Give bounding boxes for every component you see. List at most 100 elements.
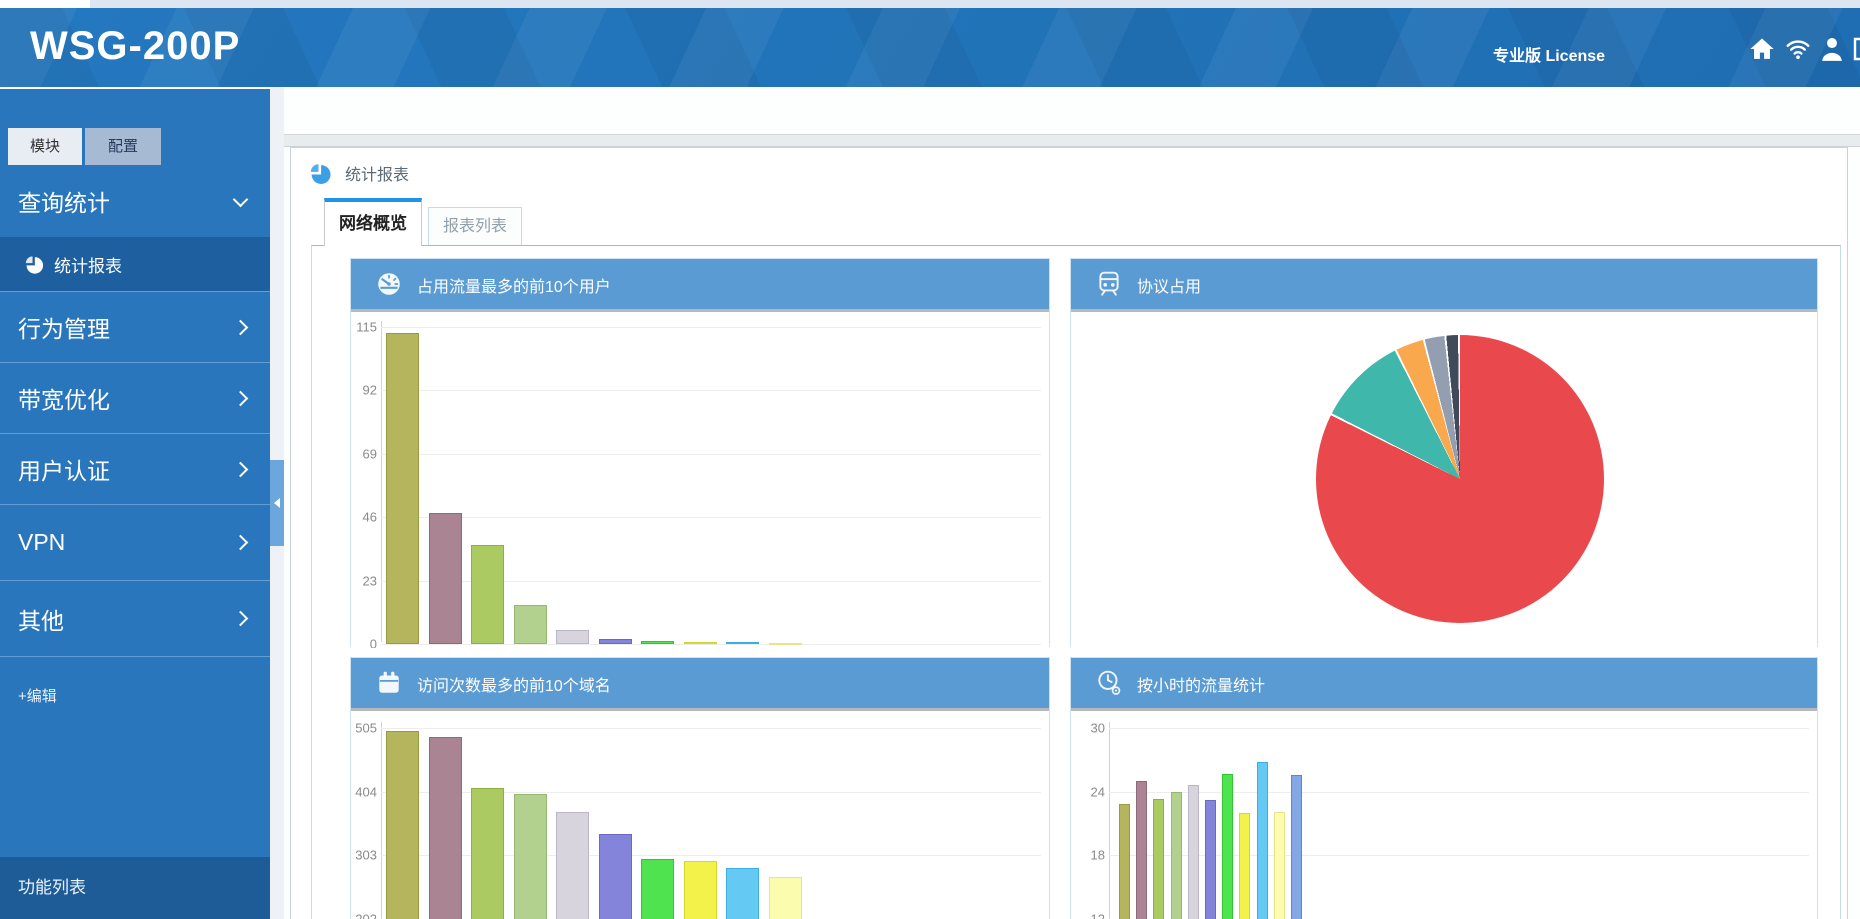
bar (641, 859, 674, 919)
tab-content-area: 占用流量最多的前10个用户 115 92 69 46 23 0 (311, 245, 1841, 919)
pie-report-icon (22, 255, 44, 274)
bar (1291, 775, 1302, 919)
bar (1171, 792, 1182, 919)
collapse-left-icon (274, 498, 280, 508)
browser-edge-strip (0, 0, 1860, 8)
bar (769, 877, 802, 919)
bar (386, 333, 419, 644)
chart-protocol-share: 协议占用 (1070, 258, 1818, 647)
bar (1153, 799, 1164, 919)
tab-network-overview[interactable]: 网络概览 (324, 198, 422, 246)
bar (1119, 804, 1130, 919)
bar (514, 794, 547, 919)
chevron-right-icon (233, 461, 249, 477)
y-tick-label: 18 (1071, 848, 1105, 863)
bar-plot-top10-domains: 505 404 303 202 (351, 711, 1049, 919)
bar (471, 545, 504, 644)
horizontal-scrollbar[interactable] (284, 134, 1860, 147)
chevron-down-icon (233, 191, 249, 207)
bar (386, 731, 419, 919)
chevron-right-icon (233, 611, 249, 627)
sidebar-splitter (270, 87, 284, 919)
y-tick-label: 69 (351, 446, 377, 461)
user-icon[interactable] (1820, 36, 1844, 62)
app-logo: WSG-200P (30, 24, 240, 69)
sidebar-item-bandwidth[interactable]: 带宽优化 (0, 362, 270, 433)
gauge-icon (375, 270, 403, 303)
bar (641, 641, 674, 644)
sidebar-edit-link[interactable]: +编辑 (0, 685, 270, 706)
pie-plot-protocol-share (1071, 312, 1817, 648)
bar (429, 737, 462, 919)
bar (684, 861, 717, 919)
chart-title: 访问次数最多的前10个域名 (417, 672, 611, 696)
main-content: 统计报表 网络概览 报表列表 (284, 87, 1860, 919)
bar (769, 643, 802, 645)
y-tick-label: 46 (351, 510, 377, 525)
y-tick-label: 115 (351, 320, 377, 335)
y-tick-label: 505 (351, 721, 377, 736)
sidebar-collapse-handle[interactable] (270, 460, 284, 546)
home-icon[interactable] (1748, 36, 1776, 62)
y-tick-label: 12 (1071, 911, 1105, 919)
bar (429, 513, 462, 644)
bar (599, 639, 632, 644)
y-tick-label: 92 (351, 383, 377, 398)
tab-report-list[interactable]: 报表列表 (428, 207, 522, 246)
chart-top10-users: 占用流量最多的前10个用户 115 92 69 46 23 0 (350, 258, 1050, 647)
bar (556, 812, 589, 919)
y-tick-label: 23 (351, 573, 377, 588)
bar (726, 868, 759, 919)
bar (1274, 812, 1285, 919)
bar (1239, 813, 1250, 919)
sidebar-item-auth[interactable]: 用户认证 (0, 433, 270, 504)
wifi-icon[interactable] (1785, 37, 1811, 61)
logout-icon-partial[interactable] (1853, 36, 1860, 62)
chart-title: 占用流量最多的前10个用户 (417, 273, 611, 297)
sidebar-item-stats-report[interactable]: 统计报表 (0, 237, 270, 291)
bar (1188, 785, 1199, 919)
pie-report-icon (306, 163, 332, 184)
sidebar-tab-modules[interactable]: 模块 (8, 128, 82, 165)
chart-hourly-traffic: 按小时的流量统计 30 24 18 12 (1070, 657, 1818, 919)
bar (599, 834, 632, 919)
y-tick-label: 303 (351, 848, 377, 863)
clock-icon (1095, 669, 1123, 702)
sidebar-item-query-stats[interactable]: 查询统计 (0, 165, 270, 237)
bar (471, 788, 504, 919)
chevron-right-icon (233, 319, 249, 335)
sidebar-item-behavior[interactable]: 行为管理 (0, 291, 270, 362)
chevron-right-icon (233, 390, 249, 406)
pie-协议占用 (1316, 335, 1604, 623)
bar (514, 605, 547, 644)
bar-plot-top10-users: 115 92 69 46 23 0 (351, 312, 1049, 648)
y-tick-label: 24 (1071, 784, 1105, 799)
stats-report-panel: 统计报表 网络概览 报表列表 (290, 147, 1848, 919)
sidebar-footer-function-list[interactable]: 功能列表 (0, 857, 270, 919)
bar (1222, 774, 1233, 919)
panel-title: 统计报表 (345, 161, 409, 185)
bar (684, 642, 717, 644)
license-label: 专业版 License (1493, 42, 1605, 66)
sidebar-tab-config[interactable]: 配置 (85, 128, 161, 165)
train-icon (1095, 270, 1123, 303)
bar (1136, 781, 1147, 919)
bar-plot-hourly-traffic: 30 24 18 12 (1071, 711, 1817, 919)
chart-title: 协议占用 (1137, 273, 1201, 297)
sidebar: 模块 配置 查询统计 统计报表 行为管理 带宽优化 (0, 87, 270, 919)
chart-top10-domains: 访问次数最多的前10个域名 505 404 303 202 (350, 657, 1050, 919)
chart-title: 按小时的流量统计 (1137, 672, 1265, 696)
chevron-right-icon (233, 535, 249, 551)
y-tick-label: 202 (351, 911, 377, 919)
calendar-icon (375, 669, 403, 702)
bar (726, 642, 759, 644)
y-tick-label: 0 (351, 637, 377, 649)
bar (1257, 762, 1268, 919)
y-tick-label: 404 (351, 784, 377, 799)
y-tick-label: 30 (1071, 721, 1105, 736)
bar (556, 630, 589, 644)
sidebar-item-other[interactable]: 其他 (0, 580, 270, 657)
sidebar-item-vpn[interactable]: VPN (0, 504, 270, 580)
bar (1205, 800, 1216, 919)
wsg-200p-app: WSG-200P 专业版 License 帮助 (0, 0, 1860, 919)
